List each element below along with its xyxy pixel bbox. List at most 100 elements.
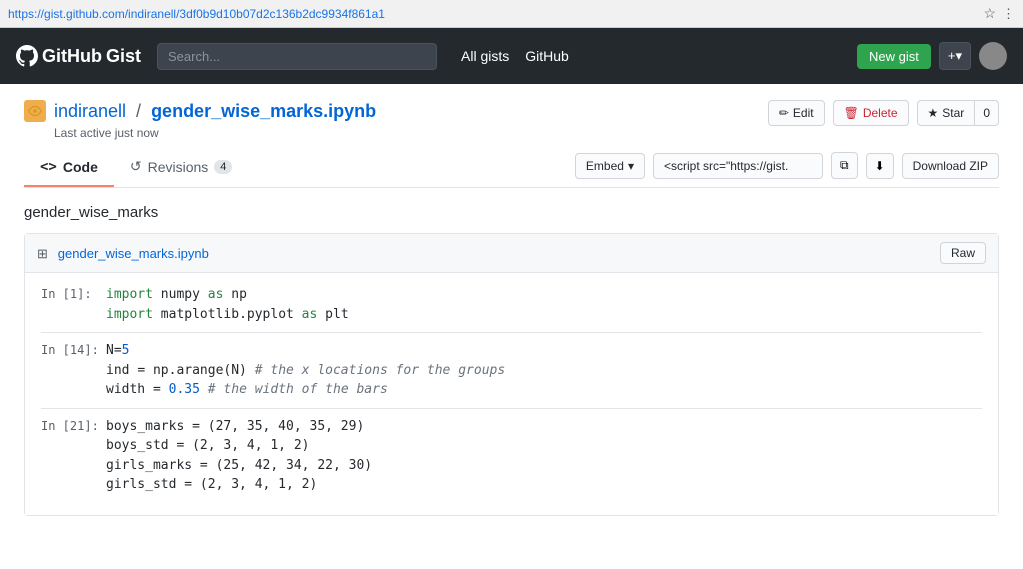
code-token: 0.35 (169, 382, 200, 397)
header-actions: New gist +▾ (857, 42, 1007, 70)
gist-meta: Last active just now (54, 126, 376, 140)
code-token: boys_marks = (27, 35, 40, 35, 29) (106, 419, 364, 434)
logo-github-text: GitHub (42, 46, 102, 67)
trash-icon: 🗑 (844, 106, 859, 120)
code-token: boys_std = (2, 3, 4, 1, 2) (106, 438, 310, 453)
embed-button[interactable]: Embed ▾ (575, 153, 645, 179)
code-token: girls_marks = (25, 42, 34, 22, 30) (106, 458, 372, 473)
code-token: as (294, 307, 325, 322)
cell-separator (41, 408, 982, 409)
delete-button[interactable]: 🗑 Delete (833, 100, 909, 126)
copy-button[interactable]: ⧉ (831, 152, 858, 179)
gist-actions: ✏ Edit 🗑 Delete ★ Star 0 (768, 100, 999, 126)
gist-title-separator: / (136, 101, 141, 122)
code-cell-2: In [14]: N=5 ind = np.arange(N) # the x … (41, 341, 982, 400)
bookmark-icon[interactable]: ☆ (983, 5, 996, 22)
download-arrow-icon: ⬇ (875, 159, 885, 173)
browser-menu-icon[interactable]: ⋮ (1002, 6, 1015, 22)
search-input[interactable] (157, 43, 437, 70)
main-content: indiranell / gender_wise_marks.ipynb Las… (0, 84, 1023, 548)
pencil-icon: ✏ (779, 106, 789, 120)
code-token: # the width of the bars (200, 382, 388, 397)
tab-code-label: Code (63, 159, 98, 175)
cell-separator (41, 332, 982, 333)
code-token: as (200, 287, 231, 302)
code-token: girls_std = (2, 3, 4, 1, 2) (106, 477, 317, 492)
code-line: import matplotlib.pyplot as plt (106, 305, 349, 325)
user-avatar[interactable] (979, 42, 1007, 70)
gist-type-icon (24, 100, 46, 122)
star-count: 0 (975, 100, 999, 126)
code-icon: <> (40, 159, 57, 175)
tab-code[interactable]: <> Code (24, 148, 114, 187)
edit-button[interactable]: ✏ Edit (768, 100, 825, 126)
code-token: matplotlib.pyplot (161, 307, 294, 322)
star-group: ★ Star 0 (917, 100, 999, 126)
code-token: import (106, 307, 161, 322)
cell-label-2: In [14]: (41, 341, 106, 400)
site-logo[interactable]: GitHubGist (16, 45, 141, 67)
tab-revisions[interactable]: ↺ Revisions 4 (114, 148, 249, 187)
tab-revisions-label: Revisions (148, 159, 209, 175)
nav-all-gists[interactable]: All gists (461, 48, 509, 64)
gist-title-section: indiranell / gender_wise_marks.ipynb Las… (24, 100, 376, 140)
code-line: boys_std = (2, 3, 4, 1, 2) (106, 436, 372, 456)
address-bar: https://gist.github.com/indiranell/3df0b… (0, 0, 1023, 28)
code-line: N=5 (106, 341, 505, 361)
cell-content-2: N=5 ind = np.arange(N) # the x locations… (106, 341, 505, 400)
code-token: = (114, 343, 122, 358)
star-button[interactable]: ★ Star (917, 100, 976, 126)
cell-content-3: boys_marks = (27, 35, 40, 35, 29) boys_s… (106, 417, 372, 495)
revisions-count-badge: 4 (214, 160, 232, 174)
tabs: <> Code ↺ Revisions 4 (24, 148, 248, 187)
code-line: ind = np.arange(N) # the x locations for… (106, 361, 505, 381)
star-label: Star (942, 106, 964, 120)
code-line: width = 0.35 # the width of the bars (106, 380, 505, 400)
code-line: girls_std = (2, 3, 4, 1, 2) (106, 475, 372, 495)
copy-icon: ⧉ (840, 158, 849, 172)
new-gist-button[interactable]: New gist (857, 44, 931, 69)
gist-title-area: indiranell / gender_wise_marks.ipynb (24, 100, 376, 122)
code-token: 5 (122, 343, 130, 358)
edit-label: Edit (793, 106, 814, 120)
code-token: numpy (161, 287, 200, 302)
code-token: import (106, 287, 161, 302)
code-token: width (106, 382, 153, 397)
code-token: = (137, 363, 153, 378)
code-token: N (106, 343, 114, 358)
tabs-bar: <> Code ↺ Revisions 4 Embed ▾ ⧉ ⬇ Downlo… (24, 148, 999, 188)
file-link[interactable]: gender_wise_marks.ipynb (58, 246, 209, 261)
gist-display-name: gender_wise_marks (24, 204, 999, 221)
embed-input[interactable] (653, 153, 823, 179)
gist-owner-link[interactable]: indiranell (54, 101, 126, 122)
code-token: np.arange(N) (153, 363, 247, 378)
code-line: boys_marks = (27, 35, 40, 35, 29) (106, 417, 372, 437)
code-area: In [1]: import numpy as np import matplo… (25, 273, 998, 515)
star-icon: ★ (928, 106, 939, 120)
nav-github[interactable]: GitHub (525, 48, 569, 64)
code-token: = (153, 382, 169, 397)
file-title: ⊞ gender_wise_marks.ipynb (37, 245, 209, 262)
revisions-icon: ↺ (130, 158, 142, 175)
cell-content-1: import numpy as np import matplotlib.pyp… (106, 285, 349, 324)
gist-filename-link[interactable]: gender_wise_marks.ipynb (151, 101, 376, 122)
file-icon: ⊞ (37, 246, 48, 261)
header-nav: All gists GitHub (461, 48, 841, 64)
code-token: plt (325, 307, 348, 322)
code-cell-3: In [21]: boys_marks = (27, 35, 40, 35, 2… (41, 417, 982, 495)
code-cell-1: In [1]: import numpy as np import matplo… (41, 285, 982, 324)
header: GitHubGist All gists GitHub New gist +▾ (0, 28, 1023, 84)
cell-label-3: In [21]: (41, 417, 106, 495)
embed-dropdown-icon: ▾ (628, 159, 634, 173)
code-token: np (231, 287, 247, 302)
code-line: girls_marks = (25, 42, 34, 22, 30) (106, 456, 372, 476)
logo-gist-text: Gist (106, 46, 141, 67)
raw-button[interactable]: Raw (940, 242, 986, 264)
gist-header: indiranell / gender_wise_marks.ipynb Las… (24, 100, 999, 140)
plus-button[interactable]: +▾ (939, 42, 971, 70)
code-line: import numpy as np (106, 285, 349, 305)
code-token: ind (106, 363, 137, 378)
download-icon-button[interactable]: ⬇ (866, 153, 894, 179)
download-zip-button[interactable]: Download ZIP (902, 153, 999, 179)
delete-label: Delete (863, 106, 898, 120)
